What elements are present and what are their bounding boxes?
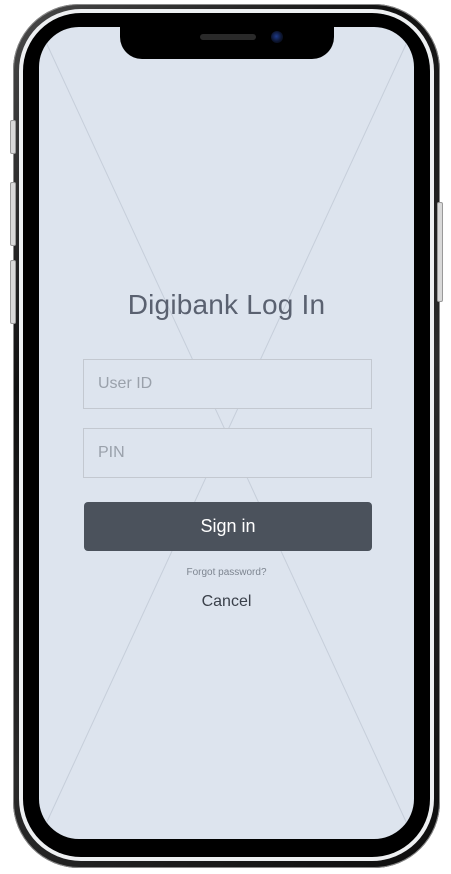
speaker-grille xyxy=(200,34,256,40)
sign-in-button[interactable]: Sign in xyxy=(84,502,372,551)
notch xyxy=(120,27,334,59)
user-id-input[interactable] xyxy=(98,375,371,393)
volume-down-button xyxy=(10,260,16,324)
user-id-field[interactable] xyxy=(83,359,372,409)
pin-field[interactable] xyxy=(83,428,372,478)
pin-input[interactable] xyxy=(98,444,371,462)
mute-switch xyxy=(10,120,16,154)
forgot-password-link[interactable]: Forgot password? xyxy=(39,567,414,578)
camera-icon xyxy=(271,31,283,43)
phone-screen: Digibank Log In Sign in Forgot password?… xyxy=(39,27,414,839)
volume-up-button xyxy=(10,182,16,246)
cancel-button[interactable]: Cancel xyxy=(39,593,414,611)
page-title: Digibank Log In xyxy=(127,289,326,320)
power-button xyxy=(437,202,443,302)
